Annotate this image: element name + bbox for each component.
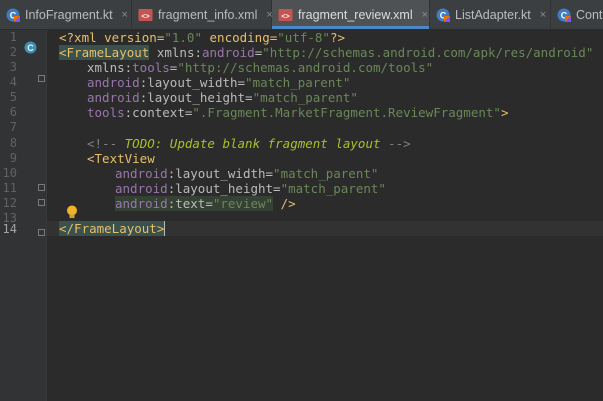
code-line-6: tools:context=".Fragment.MarketFragment.… [87,105,509,120]
code-line-1: <?xml version="1.0" encoding="utf-8"?> [59,30,346,45]
code-line-4: android:layout_width="match_parent" [87,75,351,90]
line-number: 5 [9,90,17,104]
line-number: 9 [9,151,17,165]
line-number: 14 [2,222,17,236]
line-number: 3 [9,60,17,74]
code-editor[interactable]: <?xml version="1.0" encoding="utf-8"?> <… [59,0,599,401]
line-number: 7 [9,120,17,134]
line-number: 2 [9,45,17,59]
line-number: 1 [9,30,17,44]
code-line-3: xmlns:tools="http://schemas.android.com/… [87,60,434,75]
code-line-12: android:text="review" /> [115,196,296,211]
code-line-2: <FrameLayout xmlns:android="http://schem… [59,45,594,60]
code-line-11: android:layout_height="match_parent" [115,181,386,196]
editor-gutter: 1 2 3 4 5 6 7 8 9 10 11 12 13 14 C [0,30,47,401]
code-line-9: <TextView [87,151,155,166]
fold-marker-icon[interactable] [38,229,45,236]
fold-marker-icon[interactable] [38,199,45,206]
fold-marker-icon[interactable] [38,75,45,82]
code-line-5: android:layout_height="match_parent" [87,90,358,105]
code-line-14: </FrameLayout> [59,221,166,236]
text-caret [164,221,166,236]
fold-marker-icon[interactable] [38,184,45,191]
line-number: 8 [9,136,17,150]
code-line-8: <!-- TODO: Update blank fragment layout … [87,136,411,151]
line-number: 10 [2,166,17,180]
line-number: 12 [2,196,17,210]
class-gutter-icon[interactable]: C [24,41,37,54]
line-number: 11 [2,181,17,195]
svg-text:C: C [27,43,34,53]
line-number: 4 [9,75,17,89]
kotlin-file-icon: C [6,8,20,22]
line-number: 6 [9,105,17,119]
code-line-10: android:layout_width="match_parent" [115,166,379,181]
